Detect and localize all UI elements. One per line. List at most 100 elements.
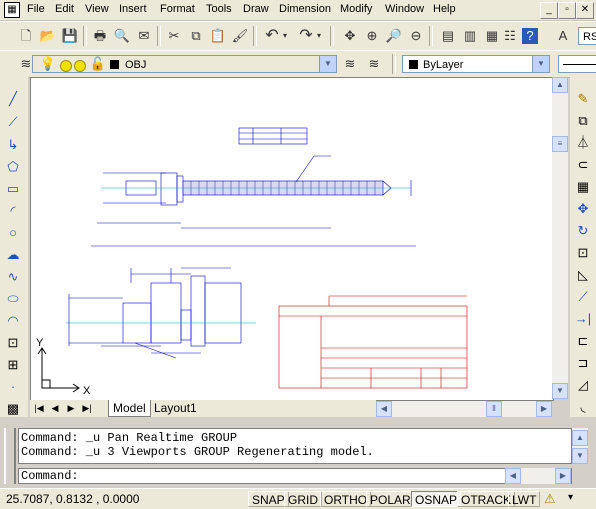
spline-icon[interactable]: ∿: [3, 267, 23, 287]
construction-line-icon[interactable]: ⟋: [3, 112, 23, 132]
ellipse-arc-icon[interactable]: ◠: [3, 311, 23, 331]
menu-edit[interactable]: Edit: [55, 3, 74, 15]
prev-tab-icon[interactable]: ◀: [48, 401, 62, 415]
pan-realtime-icon[interactable]: ✥: [340, 26, 360, 46]
new-file-icon[interactable]: 🗋: [16, 26, 36, 46]
osnap-toggle[interactable]: OSNAP: [411, 491, 462, 507]
print-preview-icon[interactable]: 🔍: [112, 26, 132, 46]
markup-icon[interactable]: ☷: [500, 26, 520, 46]
rectangle-icon[interactable]: ▭: [3, 179, 23, 199]
zoom-realtime-icon[interactable]: ⊕: [362, 26, 382, 46]
fillet-icon[interactable]: ◟: [573, 397, 593, 417]
drawing-area[interactable]: Y X: [30, 77, 554, 401]
rotate-icon[interactable]: ↻: [573, 221, 593, 241]
next-tab-icon[interactable]: ▶: [64, 401, 78, 415]
app-icon[interactable]: ▦: [4, 2, 20, 18]
ellipse-icon[interactable]: ⬭: [3, 289, 23, 309]
menu-draw[interactable]: Draw: [243, 3, 269, 15]
menu-view[interactable]: View: [85, 3, 109, 15]
scale-icon[interactable]: ⊡: [573, 243, 593, 263]
make-block-icon[interactable]: ⊞: [3, 355, 23, 375]
save-icon[interactable]: 💾: [60, 26, 80, 46]
scroll-right-icon[interactable]: ▶: [536, 401, 552, 417]
last-tab-icon[interactable]: ▶|: [80, 401, 94, 415]
color-dropdown-icon[interactable]: ▼: [532, 56, 549, 72]
close-icon[interactable]: ✕: [576, 2, 594, 19]
scroll-left-icon[interactable]: ◀: [376, 401, 392, 417]
publish-icon[interactable]: ✉: [134, 26, 154, 46]
menu-window[interactable]: Window: [385, 3, 424, 15]
first-tab-icon[interactable]: |◀: [32, 401, 46, 415]
snap-toggle[interactable]: SNAP: [248, 491, 289, 507]
text-style-combo[interactable]: RS: [578, 27, 596, 45]
break-icon[interactable]: ⊏: [573, 331, 593, 351]
revision-cloud-icon[interactable]: ☁: [3, 245, 23, 265]
command-history-scrollbar[interactable]: ▲ ▼: [572, 428, 588, 464]
scroll-thumb-horizontal[interactable]: ⦀: [486, 401, 502, 417]
stretch-icon[interactable]: ◺: [573, 265, 593, 285]
help-icon[interactable]: ?: [522, 28, 538, 44]
vertical-scrollbar[interactable]: ▲ ≡ ▼: [552, 77, 568, 399]
undo-icon[interactable]: ↶: [262, 26, 282, 46]
insert-block-icon[interactable]: ⊡: [3, 333, 23, 353]
scroll-up-icon[interactable]: ▲: [552, 77, 568, 93]
offset-icon[interactable]: ⊂: [573, 155, 593, 175]
copy-object-icon[interactable]: ⧉: [573, 111, 593, 131]
layer-combo[interactable]: OBJ ▼: [32, 55, 337, 73]
properties-icon[interactable]: ▤: [438, 26, 458, 46]
otrack-toggle[interactable]: OTRACK: [457, 491, 516, 507]
undo-dropdown-icon[interactable]: ▾: [280, 26, 290, 46]
zoom-previous-icon[interactable]: ⊖: [406, 26, 426, 46]
command-line-input[interactable]: Command:: [18, 468, 572, 484]
polygon-icon[interactable]: ⬠: [3, 157, 23, 177]
cmd-scroll-up-icon[interactable]: ▲: [572, 430, 588, 446]
tab-model[interactable]: Model: [108, 400, 151, 417]
redo-dropdown-icon[interactable]: ▾: [314, 26, 324, 46]
menu-help[interactable]: Help: [433, 3, 456, 15]
extend-icon[interactable]: →|: [573, 309, 593, 329]
paste-icon[interactable]: 📋: [208, 26, 228, 46]
cmd-scroll-right-icon[interactable]: ▶: [555, 468, 571, 484]
trim-icon[interactable]: ⟋: [573, 287, 593, 307]
layer-dropdown-icon[interactable]: ▼: [319, 56, 336, 72]
command-grip[interactable]: [4, 428, 16, 484]
lwt-toggle[interactable]: LWT: [508, 491, 541, 507]
print-icon[interactable]: 🖶: [90, 26, 110, 46]
coordinates-readout[interactable]: 25.7087, 0.8132 , 0.0000: [6, 492, 139, 506]
restore-icon[interactable]: ▫: [558, 2, 576, 19]
copy-icon[interactable]: ⧉: [186, 26, 206, 46]
grid-toggle[interactable]: GRID: [284, 491, 322, 507]
menu-insert[interactable]: Insert: [119, 3, 147, 15]
menu-file[interactable]: File: [27, 3, 45, 15]
open-file-icon[interactable]: 📂: [38, 26, 58, 46]
make-object-layer-current-icon[interactable]: ≋: [340, 54, 360, 74]
status-menu-icon[interactable]: ▾: [568, 492, 573, 503]
cut-icon[interactable]: ✂: [164, 26, 184, 46]
menu-tools[interactable]: Tools: [206, 3, 232, 15]
minimize-icon[interactable]: _: [540, 2, 558, 19]
layer-previous-icon[interactable]: ≋: [364, 54, 384, 74]
command-line-scrollbar[interactable]: ◀ ▶: [505, 468, 571, 484]
mirror-icon[interactable]: ⏃: [573, 133, 593, 153]
scroll-thumb-vertical[interactable]: ≡: [552, 136, 568, 152]
horizontal-scrollbar[interactable]: ◀ ⦀ ▶: [376, 401, 552, 417]
polar-toggle[interactable]: POLAR: [366, 491, 415, 507]
array-icon[interactable]: ▦: [573, 177, 593, 197]
hatch-icon[interactable]: ▩: [3, 399, 23, 419]
tool-palettes-icon[interactable]: ▦: [482, 26, 502, 46]
redo-icon[interactable]: ↷: [296, 26, 316, 46]
chamfer-icon[interactable]: ◿: [573, 375, 593, 395]
menu-format[interactable]: Format: [160, 3, 195, 15]
linetype-control-combo[interactable]: [558, 55, 596, 73]
join-icon[interactable]: ⊐: [573, 353, 593, 373]
scroll-down-icon[interactable]: ▼: [552, 383, 568, 399]
ortho-toggle[interactable]: ORTHO: [320, 491, 372, 507]
cmd-scroll-down-icon[interactable]: ▼: [572, 448, 588, 464]
line-icon[interactable]: ╱: [3, 89, 23, 109]
menu-dimension[interactable]: Dimension: [279, 3, 331, 15]
cmd-scroll-left-icon[interactable]: ◀: [505, 468, 521, 484]
communication-center-icon[interactable]: ⚠: [544, 491, 556, 507]
erase-icon[interactable]: ✎: [573, 89, 593, 109]
design-center-icon[interactable]: ▥: [460, 26, 480, 46]
circle-icon[interactable]: ○: [3, 223, 23, 243]
